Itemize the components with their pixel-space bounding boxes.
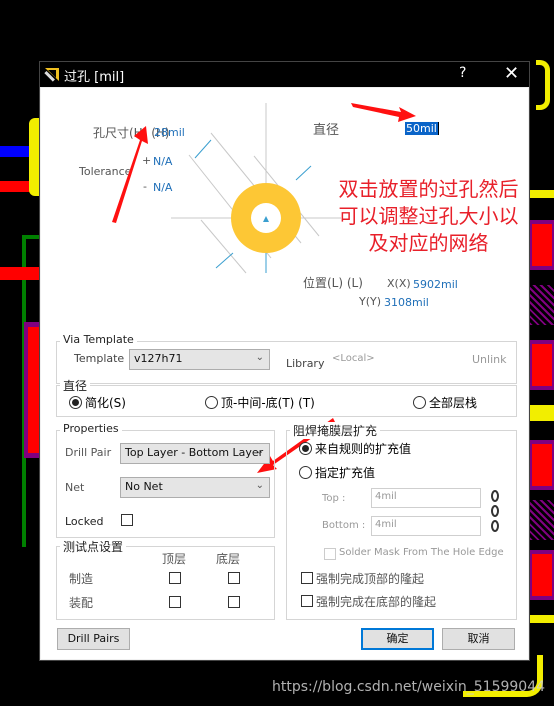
drill-pairs-button[interactable]: Drill Pairs	[57, 628, 130, 650]
radio-simple[interactable]: 简化(S)	[69, 394, 126, 411]
locked-checkbox[interactable]	[121, 514, 133, 526]
chevron-down-icon: ⌄	[255, 480, 264, 491]
testpoint-row-label: 制造	[69, 572, 94, 586]
template-label: Template	[74, 352, 125, 365]
radio-simple-indicator	[69, 396, 82, 409]
diameter-mode-legend: 直径	[60, 377, 91, 394]
link-chain-icon[interactable]	[490, 490, 500, 532]
drill-pair-value: Top Layer - Bottom Layer	[125, 446, 264, 459]
net-dropdown[interactable]: No Net ⌄	[120, 477, 270, 498]
assembly-top-checkbox[interactable]	[169, 596, 181, 608]
help-button[interactable]: ?	[459, 65, 466, 81]
arrow-to-diameter	[351, 103, 416, 122]
radio-manual-expansion[interactable]: 指定扩充值	[299, 464, 375, 481]
cancel-button[interactable]: 取消	[442, 628, 515, 650]
watermark: https://blog.csdn.net/weixin_51599044	[272, 679, 546, 695]
library-value: <Local>	[332, 353, 375, 364]
fabrication-bottom-checkbox[interactable]	[228, 572, 240, 584]
fabrication-top-checkbox[interactable]	[169, 572, 181, 584]
radio-rule-expansion[interactable]: 来自规则的扩充值	[299, 440, 411, 457]
top-expansion-input[interactable]: 4mil	[371, 488, 481, 508]
drill-pair-label: Drill Pair	[65, 446, 112, 459]
chevron-down-icon: ⌄	[255, 446, 264, 457]
net-value: No Net	[125, 480, 163, 493]
ok-button[interactable]: 确定	[361, 628, 434, 650]
via-template-legend: Via Template	[60, 333, 137, 346]
net-label: Net	[65, 481, 85, 494]
dialog-titlebar[interactable]: 过孔 [mil] ? ✕	[40, 62, 529, 87]
pcb-track-red	[0, 181, 32, 192]
testpoint-col-top: 顶层	[162, 552, 187, 566]
bottom-expansion-label: Bottom :	[322, 520, 366, 531]
radio-top-mid-bottom[interactable]: 顶-中间-底(T) (T)	[205, 394, 315, 411]
chevron-down-icon: ⌄	[255, 352, 264, 363]
solder-mask-legend: 阻焊掩膜层扩充	[290, 422, 381, 439]
top-expansion-label: Top :	[322, 493, 346, 504]
radio-rule-expansion-indicator	[299, 442, 312, 455]
pcb-track-blue	[0, 146, 32, 157]
force-top-tenting-checkbox[interactable]	[301, 572, 313, 584]
radio-full-stack-indicator	[413, 396, 426, 409]
drill-pair-dropdown[interactable]: Top Layer - Bottom Layer ⌄	[120, 443, 270, 464]
properties-legend: Properties	[60, 422, 122, 435]
bottom-expansion-input[interactable]: 4mil	[371, 516, 481, 536]
pcb-canvas: 过孔 [mil] ? ✕ 孔尺寸(H) (H) 28mil Tolerance …	[0, 0, 554, 706]
hole-edge-label: Solder Mask From The Hole Edge	[339, 547, 504, 558]
pcb-right-strip	[530, 60, 554, 680]
testpoint-legend: 测试点设置	[60, 538, 127, 555]
locked-label: Locked	[65, 515, 104, 528]
testpoint-row-label: 装配	[69, 596, 94, 610]
radio-full-stack[interactable]: 全部层栈	[413, 394, 477, 411]
testpoint-col-bottom: 底层	[216, 552, 241, 566]
pcb-pad-red	[28, 327, 39, 453]
force-bottom-tenting-checkbox[interactable]	[301, 595, 313, 607]
pcb-track-red-2	[0, 267, 39, 280]
close-button[interactable]: ✕	[504, 63, 519, 84]
library-label: Library	[286, 357, 325, 370]
via-properties-dialog: 过孔 [mil] ? ✕ 孔尺寸(H) (H) 28mil Tolerance …	[39, 61, 530, 661]
template-value: v127h71	[134, 352, 183, 365]
dialog-title: 过孔 [mil]	[64, 70, 125, 85]
template-dropdown[interactable]: v127h71 ⌄	[129, 349, 270, 370]
via-tool-icon	[44, 68, 59, 82]
radio-top-mid-bottom-indicator	[205, 396, 218, 409]
radio-manual-expansion-indicator	[299, 466, 312, 479]
dialog-content: 孔尺寸(H) (H) 28mil Tolerance + N/A - N/A 直…	[41, 88, 528, 659]
arrow-to-hole-size	[112, 126, 148, 223]
force-top-tenting-label: 强制完成顶部的隆起	[316, 572, 425, 586]
assembly-bottom-checkbox[interactable]	[228, 596, 240, 608]
hole-edge-checkbox[interactable]	[324, 548, 336, 560]
force-bottom-tenting-label: 强制完成在底部的隆起	[316, 595, 437, 609]
unlink-button[interactable]: Unlink	[472, 353, 506, 366]
